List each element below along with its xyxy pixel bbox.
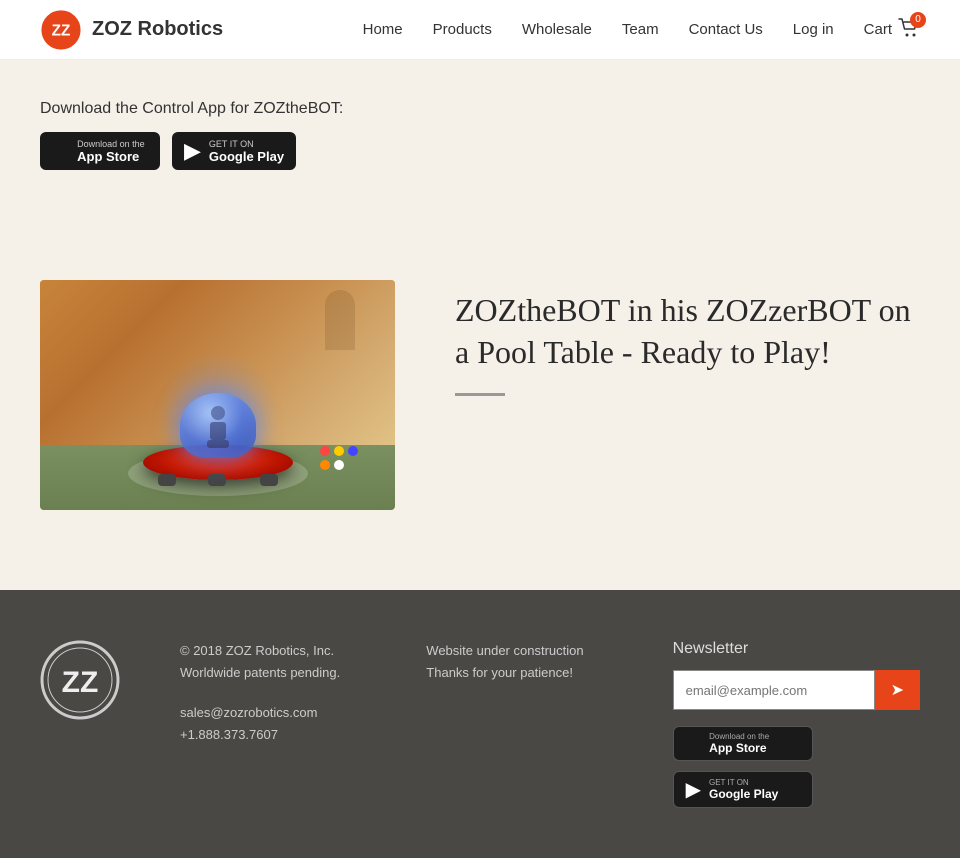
cart-badge: 0 [910, 12, 926, 28]
nav-contact[interactable]: Contact Us [689, 21, 763, 38]
footer-appstore-badge[interactable]:  Download on the App Store [673, 726, 813, 761]
footer-status-col: Website under construction Thanks for yo… [426, 640, 612, 684]
footer-apple-icon:  [686, 732, 702, 755]
google-play-badge[interactable]: ▶ GET IT ON Google Play [172, 132, 296, 170]
app-badges:  Download on the App Store ▶ GET IT ON … [40, 132, 920, 170]
cart-label: Cart [864, 21, 892, 38]
footer-phone: +1.888.373.7607 [180, 724, 366, 746]
navbar: ZZ ZOZ Robotics Home Products Wholesale … [0, 0, 960, 60]
google-text: GET IT ON Google Play [209, 139, 284, 164]
svg-text:ZZ: ZZ [62, 666, 99, 699]
footer-google-main: Google Play [709, 787, 778, 801]
svg-text:ZZ: ZZ [52, 22, 71, 39]
product-divider [455, 393, 505, 396]
newsletter-submit-button[interactable]: ➤ [875, 670, 920, 710]
appstore-text: Download on the App Store [77, 139, 145, 164]
nav-login[interactable]: Log in [793, 21, 834, 38]
footer-google-icon: ▶ [686, 777, 701, 802]
footer-google-sub: GET IT ON [709, 778, 778, 787]
logo-link[interactable]: ZZ ZOZ Robotics [40, 9, 223, 51]
newsletter-email-input[interactable] [673, 670, 875, 710]
footer-logo: ZZ [40, 640, 120, 725]
appstore-sub: Download on the [77, 139, 145, 149]
logo-icon: ZZ [40, 9, 82, 51]
submit-arrow-icon: ➤ [891, 680, 904, 700]
footer-google-text: GET IT ON Google Play [709, 778, 778, 801]
robot-scene [40, 280, 395, 510]
footer-app-badges:  Download on the App Store ▶ GET IT ON … [673, 726, 920, 808]
footer-google-badge[interactable]: ▶ GET IT ON Google Play [673, 771, 813, 808]
footer-info-col: © 2018 ZOZ Robotics, Inc. Worldwide pate… [180, 640, 366, 746]
product-image [40, 280, 395, 510]
nav-products[interactable]: Products [433, 21, 492, 38]
footer-patents: Worldwide patents pending. [180, 662, 366, 684]
footer-website-status: Website under construction [426, 640, 612, 662]
nav-wholesale[interactable]: Wholesale [522, 21, 592, 38]
google-play-icon: ▶ [184, 138, 201, 164]
footer-newsletter-col: Newsletter ➤  Download on the App Store… [673, 640, 920, 808]
footer-email[interactable]: sales@zozrobotics.com [180, 705, 317, 720]
google-sub: GET IT ON [209, 139, 284, 149]
google-main: Google Play [209, 149, 284, 164]
nav-team[interactable]: Team [622, 21, 659, 38]
newsletter-title: Newsletter [673, 640, 920, 658]
nav-home[interactable]: Home [363, 21, 403, 38]
product-info: ZOZtheBOT in his ZOZzerBOT on a Pool Tab… [455, 280, 920, 396]
footer-logo-icon: ZZ [40, 640, 120, 720]
product-title: ZOZtheBOT in his ZOZzerBOT on a Pool Tab… [455, 290, 920, 373]
product-section: ZOZtheBOT in his ZOZzerBOT on a Pool Tab… [0, 280, 960, 590]
newsletter-form: ➤ [673, 670, 920, 710]
footer-thanks: Thanks for your patience! [426, 662, 612, 684]
hero-section: Download the Control App for ZOZtheBOT: … [0, 60, 960, 280]
footer-appstore-sub: Download on the [709, 732, 769, 741]
apple-icon:  [52, 138, 69, 164]
footer: ZZ © 2018 ZOZ Robotics, Inc. Worldwide p… [0, 590, 960, 858]
footer-inner: ZZ © 2018 ZOZ Robotics, Inc. Worldwide p… [40, 640, 920, 808]
footer-appstore-text: Download on the App Store [709, 732, 769, 755]
appstore-badge[interactable]:  Download on the App Store [40, 132, 160, 170]
nav-links: Home Products Wholesale Team Contact Us … [363, 18, 920, 42]
download-text: Download the Control App for ZOZtheBOT: [40, 100, 920, 118]
appstore-main: App Store [77, 149, 145, 164]
footer-appstore-main: App Store [709, 741, 769, 755]
nav-cart[interactable]: Cart 0 [864, 18, 920, 42]
footer-copyright: © 2018 ZOZ Robotics, Inc. [180, 640, 366, 662]
cart-icon-wrap: 0 [898, 18, 920, 42]
site-name: ZOZ Robotics [92, 18, 223, 41]
